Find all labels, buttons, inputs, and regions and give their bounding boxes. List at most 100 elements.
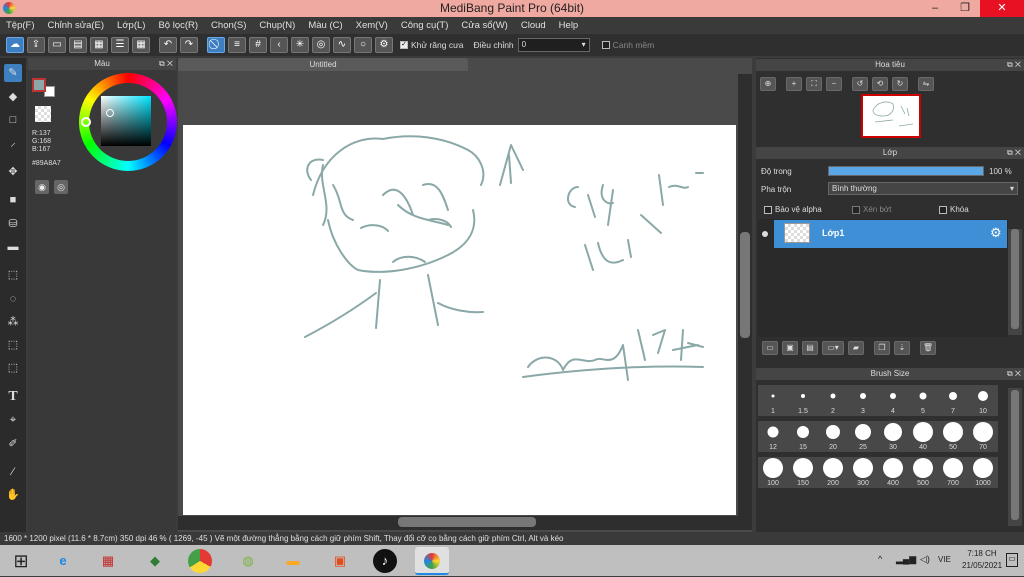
comment-icon[interactable]: ▭ [48,37,66,53]
brush-size-option[interactable]: 200 [818,457,848,488]
brush-size-scroll-thumb[interactable] [1011,390,1019,520]
file-explorer-icon[interactable]: ▬ [280,549,306,573]
select-eraser-tool-icon[interactable]: ⬚ [4,359,22,377]
clock[interactable]: 7:18 CH 21/05/2021 [962,548,1002,572]
clipping-checkbox[interactable] [852,205,860,214]
actual-size-icon[interactable]: ⛶ [806,77,822,91]
menu-view[interactable]: Xem(V) [356,20,388,31]
minimize-button[interactable]: – [920,0,950,17]
brush-size-scrollbar[interactable] [1008,388,1022,526]
layer-scrollbar[interactable] [1008,229,1022,335]
sv-marker[interactable] [106,109,114,117]
brush-size-option[interactable]: 400 [878,457,908,488]
delete-layer-icon[interactable]: 🗑 [920,341,936,355]
antialias-checkbox[interactable]: ✓ [400,41,408,49]
rectangle-tool-icon[interactable]: □ [4,111,22,129]
bluestacks-icon[interactable]: ◆ [142,549,168,573]
solitaire-icon[interactable]: ▦ [95,549,121,573]
new-halftone-layer-icon[interactable]: ▣ [782,341,798,355]
zoom-out-icon[interactable]: − [826,77,842,91]
radial-snap-icon[interactable]: ✳ [291,37,309,53]
windows-start-icon[interactable]: ⊞ [8,549,34,573]
brush-size-option[interactable]: 2 [818,385,848,416]
lock-option[interactable]: Khóa [939,205,969,214]
gradient-tool-icon[interactable]: ▬ [4,238,22,256]
brush-size-option[interactable]: 4 [878,385,908,416]
drawing-canvas[interactable] [183,125,736,515]
brush-size-option[interactable]: 3 [848,385,878,416]
menu-tools[interactable]: Công cụ(T) [401,20,449,31]
volume-icon[interactable]: ◁) [920,554,930,565]
curve-snap-icon[interactable]: ∿ [333,37,351,53]
flip-icon[interactable]: ⇋ [918,77,934,91]
lasso-tool-icon[interactable]: ◌ [4,290,22,308]
brush-size-option[interactable]: 500 [908,457,938,488]
new-folder-icon[interactable]: ▰ [848,341,864,355]
brush-size-option[interactable]: 10 [968,385,998,416]
share-icon[interactable]: ⇪ [27,37,45,53]
eyedropper-tool-icon[interactable]: ⁄ [4,463,22,481]
menu-select[interactable]: Chọn(S) [211,20,246,31]
select-pen-tool-icon[interactable]: ⬚ [4,336,22,354]
chrome-icon[interactable] [188,549,212,573]
brush-size-option[interactable]: 30 [878,421,908,452]
chat-icon[interactable]: ▤ [69,37,87,53]
brush-size-option[interactable]: 40 [908,421,938,452]
transparent-color-swatch[interactable] [35,106,51,122]
brush-size-option[interactable]: 100 [758,457,788,488]
panel-close-icon[interactable]: ⧉ ✕ [1007,147,1021,159]
brush-size-option[interactable]: 300 [848,457,878,488]
zoom-fit-icon[interactable]: ⊕ [760,77,776,91]
fill-rect-tool-icon[interactable]: ■ [4,191,22,209]
internet-explorer-icon[interactable]: e [50,549,76,573]
blend-mode-select[interactable]: Bình thường ▾ [828,182,1018,195]
reset-view-icon[interactable]: ⟲ [872,77,888,91]
menu-filter[interactable]: Bộ lọc(R) [158,20,198,31]
brush-size-option[interactable]: 50 [938,421,968,452]
rotate-left-icon[interactable]: ↺ [852,77,868,91]
protect-alpha-checkbox[interactable] [764,205,772,214]
page-icon[interactable]: ▦ [90,37,108,53]
menu-color[interactable]: Màu (C) [308,20,342,31]
dot-tool-icon[interactable]: ⸝ [4,134,22,152]
rotate-right-icon[interactable]: ↻ [892,77,908,91]
brush-size-option[interactable]: 1 [758,385,788,416]
opacity-slider[interactable] [828,166,984,176]
menu-layer[interactable]: Lớp(L) [117,20,145,31]
edge-checkbox[interactable] [601,41,610,49]
clipping-option[interactable]: Xén bớt [852,205,891,214]
brush-size-option[interactable]: 20 [818,421,848,452]
menu-capture[interactable]: Chụp(N) [259,20,295,31]
language-indicator[interactable]: VIE [938,555,951,564]
operation-tool-icon[interactable]: ⌖ [4,411,22,429]
powerpoint-icon[interactable]: ▣ [327,549,353,573]
brush-size-option[interactable]: 7 [938,385,968,416]
document-tab[interactable]: Untitled [178,58,468,71]
brush-size-option[interactable]: 25 [848,421,878,452]
panel-close-icon[interactable]: ⧉ ✕ [1007,368,1021,380]
notification-icon[interactable]: ▭ [1006,553,1018,567]
layer-settings-icon[interactable]: ⚙ [990,225,1002,241]
layer-scroll-thumb[interactable] [1011,229,1019,329]
zoom-in-icon[interactable]: + [786,77,802,91]
medibang-taskbar-icon[interactable] [415,547,449,575]
move-tool-icon[interactable]: ✥ [4,163,22,181]
brush-size-option[interactable]: 5 [908,385,938,416]
snap-settings-icon[interactable]: ⚙ [375,37,393,53]
antialias-option[interactable]: ✓ Khử răng cưa [400,40,464,50]
brush-size-option[interactable]: 12 [758,421,788,452]
eraser-tool-icon[interactable]: ◆ [4,88,22,106]
horizontal-scroll-thumb[interactable] [398,517,536,527]
panel-close-icon[interactable]: ⧉ ✕ [159,58,173,70]
palette-settings-icon[interactable]: ◎ [54,180,68,194]
correction-select[interactable]: 0 ▾ [517,38,590,52]
menu-file[interactable]: Tệp(F) [6,20,35,31]
add-layer-menu-icon[interactable]: ▭▾ [822,341,844,355]
brush-size-option[interactable]: 15 [788,421,818,452]
network-icon[interactable]: ▂▄▆ [896,554,916,565]
undo-icon[interactable]: ↶ [159,37,177,53]
menu-help[interactable]: Help [559,20,579,31]
layer-row[interactable]: Lớp1 ⚙ [774,220,1007,248]
tiktok-icon[interactable]: ♪ [373,549,397,573]
edge-option[interactable]: Canh mềm [601,40,654,50]
